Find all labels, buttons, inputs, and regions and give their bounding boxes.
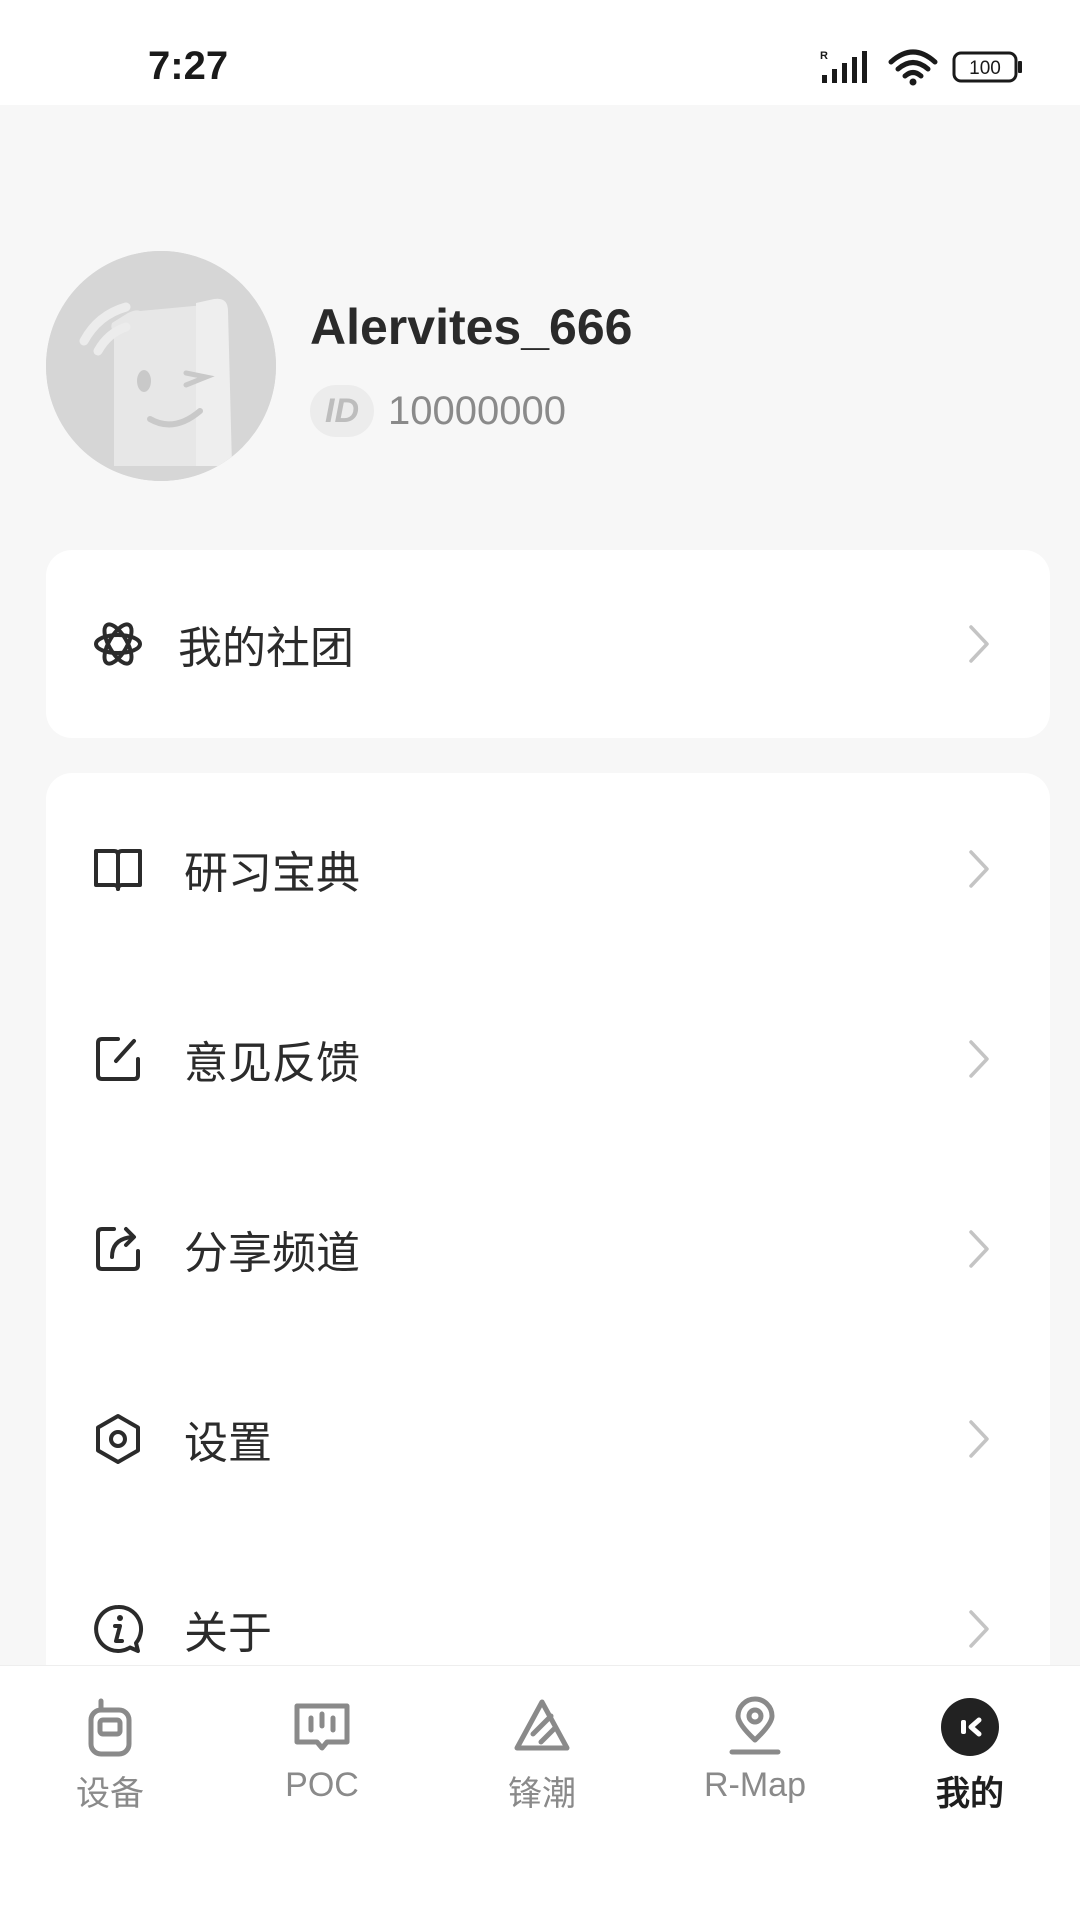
nav-tab-device[interactable]: 设备 xyxy=(30,1696,190,1816)
menu-item-study-guide[interactable]: 研习宝典 xyxy=(46,794,1050,944)
chevron-right-icon xyxy=(969,850,989,888)
signal-r-label: R xyxy=(820,50,828,62)
user-id-row: ID 10000000 xyxy=(310,385,566,437)
user-id-value: 10000000 xyxy=(388,388,566,433)
poc-message-icon xyxy=(294,1703,350,1751)
atom-icon xyxy=(94,622,142,666)
nav-label: 锋潮 xyxy=(508,1775,576,1813)
battery-level: 100 xyxy=(969,58,1001,79)
nav-label: 设备 xyxy=(76,1775,144,1813)
avatar[interactable] xyxy=(46,251,276,481)
chevron-right-icon xyxy=(969,1040,989,1078)
menu-item-label: 关于 xyxy=(184,1608,272,1659)
menu-item-feedback[interactable]: 意见反馈 xyxy=(46,984,1050,1134)
battery-icon: 100 xyxy=(952,51,1022,83)
nav-tab-fengchao[interactable]: 锋潮 xyxy=(462,1696,622,1816)
nav-label: R-Map xyxy=(703,1766,807,1804)
chevron-right-icon xyxy=(969,1610,989,1648)
settings-hexagon-icon xyxy=(96,1414,140,1464)
info-icon xyxy=(94,1604,144,1653)
walkie-talkie-icon xyxy=(88,1698,132,1757)
nav-label: 我的 xyxy=(936,1775,1004,1813)
menu-item-label: 研习宝典 xyxy=(184,848,360,899)
menu-item-label: 设置 xyxy=(184,1418,272,1469)
default-avatar-icon xyxy=(46,251,276,481)
nav-tab-mine[interactable]: 我的 xyxy=(890,1696,1050,1816)
nav-tab-rmap[interactable]: R-Map xyxy=(675,1696,835,1816)
wifi-icon xyxy=(888,49,938,86)
status-time: 7:27 xyxy=(148,44,229,88)
bottom-nav: 设备 POC 锋潮 R-Map 我的 xyxy=(0,1665,1080,1920)
triangle-logo-icon xyxy=(514,1699,570,1751)
edit-icon xyxy=(96,1037,140,1081)
book-icon xyxy=(94,849,142,891)
menu-item-share-channel[interactable]: 分享频道 xyxy=(46,1174,1050,1324)
menu-item-my-clubs[interactable]: 我的社团 xyxy=(46,569,1050,719)
menu-card-main: 研习宝典 意见反馈 分享频道 设置 关于 xyxy=(46,773,1050,1773)
username: Alervites_666 xyxy=(310,299,633,355)
menu-item-label: 我的社团 xyxy=(178,623,354,674)
nav-tab-poc[interactable]: POC xyxy=(242,1696,402,1816)
nav-label: POC xyxy=(285,1766,359,1804)
status-icons: R 100 xyxy=(818,48,1024,86)
menu-item-label: 分享频道 xyxy=(184,1228,360,1279)
chevron-right-icon xyxy=(969,625,989,663)
profile-header: Alervites_666 ID 10000000 xyxy=(0,105,1080,545)
chevron-right-icon xyxy=(969,1420,989,1458)
menu-item-label: 意见反馈 xyxy=(184,1038,360,1089)
share-icon xyxy=(96,1227,140,1271)
profile-face-icon xyxy=(941,1698,999,1756)
map-pin-icon xyxy=(729,1696,781,1755)
status-bar: 7:27 R 100 xyxy=(0,0,1080,105)
menu-card-community: 我的社团 xyxy=(46,550,1050,738)
id-badge: ID xyxy=(310,385,374,437)
chevron-right-icon xyxy=(969,1230,989,1268)
menu-item-settings[interactable]: 设置 xyxy=(46,1364,1050,1514)
cellular-signal-icon: R xyxy=(820,50,867,83)
